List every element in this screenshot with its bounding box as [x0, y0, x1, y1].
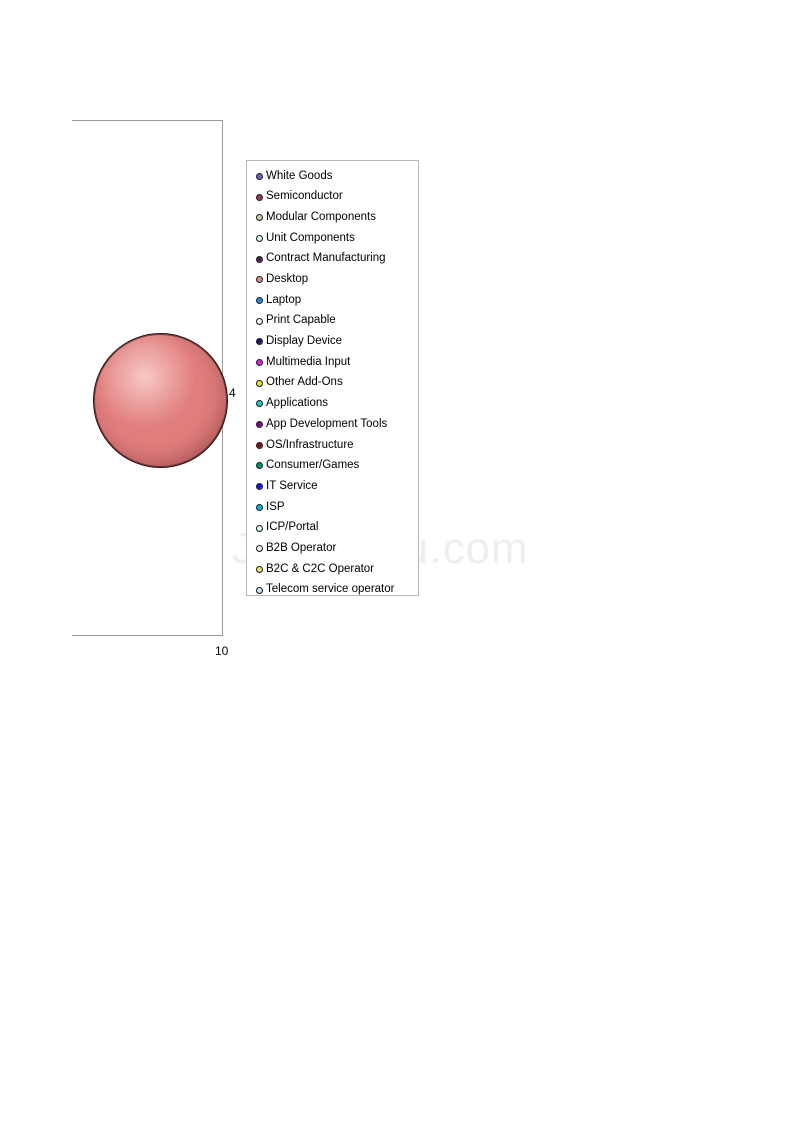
legend-item[interactable]: OS/Infrastructure	[256, 435, 418, 456]
legend-marker-icon	[256, 255, 263, 263]
legend-item[interactable]: Semiconductor	[256, 187, 418, 208]
legend-marker-icon	[256, 524, 263, 532]
legend-item-label: Print Capable	[266, 314, 336, 327]
legend-marker-icon	[256, 586, 263, 594]
legend-item[interactable]: Print Capable	[256, 311, 418, 332]
bubble-chart: 4 10 White Goods Semiconductor Modular Com…	[0, 0, 800, 1132]
legend-item[interactable]: Consumer/Games	[256, 456, 418, 477]
legend-item[interactable]: Modular Components	[256, 207, 418, 228]
bubble-point[interactable]	[92, 332, 228, 468]
legend-marker-icon	[256, 503, 263, 511]
legend-marker-icon	[256, 338, 263, 346]
legend-marker-icon	[256, 172, 263, 180]
legend-item-label: Consumer/Games	[266, 459, 360, 472]
legend-marker-icon	[256, 359, 263, 367]
legend-marker-icon	[256, 296, 263, 304]
legend-item[interactable]: B2B Operator	[256, 538, 418, 559]
legend-item-label: White Goods	[266, 169, 333, 182]
legend-item[interactable]: ISP	[256, 497, 418, 518]
legend-marker-icon	[256, 379, 263, 387]
legend-marker-icon	[256, 193, 263, 201]
legend-marker-icon	[256, 565, 263, 573]
legend-item-label: IT Service	[266, 479, 318, 492]
legend-item-label: Contract Manufacturing	[266, 252, 386, 265]
plot-area	[72, 120, 228, 636]
legend-item-label: B2B Operator	[266, 541, 337, 554]
legend-item[interactable]: ICP/Portal	[256, 518, 418, 539]
bubble-data-series	[72, 121, 228, 635]
legend-item[interactable]: Unit Components	[256, 228, 418, 249]
legend-item-label: Desktop	[266, 273, 309, 286]
legend-item-label: Multimedia Input	[266, 355, 351, 368]
y-axis-tick-label: 4	[229, 386, 236, 400]
legend-marker-icon	[256, 483, 263, 491]
legend-item[interactable]: Multimedia Input	[256, 352, 418, 373]
legend-item[interactable]: Applications	[256, 394, 418, 415]
legend-item-label: ICP/Portal	[266, 521, 319, 534]
legend-item-label: Display Device	[266, 335, 343, 348]
legend-item[interactable]: Desktop	[256, 269, 418, 290]
legend-marker-icon	[256, 441, 263, 449]
legend-item-label: App Development Tools	[266, 417, 388, 430]
legend-item-label: Applications	[266, 397, 329, 410]
legend-item[interactable]: IT Service	[256, 476, 418, 497]
legend-marker-icon	[256, 214, 263, 222]
legend-item-label: Modular Components	[266, 210, 376, 223]
chart-legend: White Goods Semiconductor Modular Componen…	[246, 160, 419, 596]
legend-item[interactable]: Display Device	[256, 332, 418, 353]
legend-item-label: OS/Infrastructure	[266, 438, 354, 451]
legend-item[interactable]: Telecom service operator	[256, 580, 418, 601]
legend-marker-icon	[256, 545, 263, 553]
legend-item[interactable]: Contract Manufacturing	[256, 249, 418, 270]
legend-item-label: Telecom service operator	[266, 583, 395, 596]
legend-item[interactable]: Other Add-Ons	[256, 373, 418, 394]
legend-item-label: B2C & C2C Operator	[266, 562, 375, 575]
x-axis-tick-label: 10	[215, 644, 229, 658]
legend-item-label: Other Add-Ons	[266, 376, 343, 389]
legend-item-label: ISP	[266, 500, 285, 513]
legend-marker-icon	[256, 400, 263, 408]
legend-item[interactable]: Laptop	[256, 290, 418, 311]
legend-item-label: Semiconductor	[266, 190, 343, 203]
legend-item[interactable]: White Goods	[256, 166, 418, 187]
legend-item-label: Laptop	[266, 293, 302, 306]
legend-marker-icon	[256, 317, 263, 325]
legend-item[interactable]: App Development Tools	[256, 414, 418, 435]
legend-marker-icon	[256, 462, 263, 470]
legend-item[interactable]: B2C & C2C Operator	[256, 559, 418, 580]
legend-item-label: Unit Components	[266, 231, 355, 244]
legend-marker-icon	[256, 276, 263, 284]
legend-marker-icon	[256, 234, 263, 242]
legend-marker-icon	[256, 421, 263, 429]
